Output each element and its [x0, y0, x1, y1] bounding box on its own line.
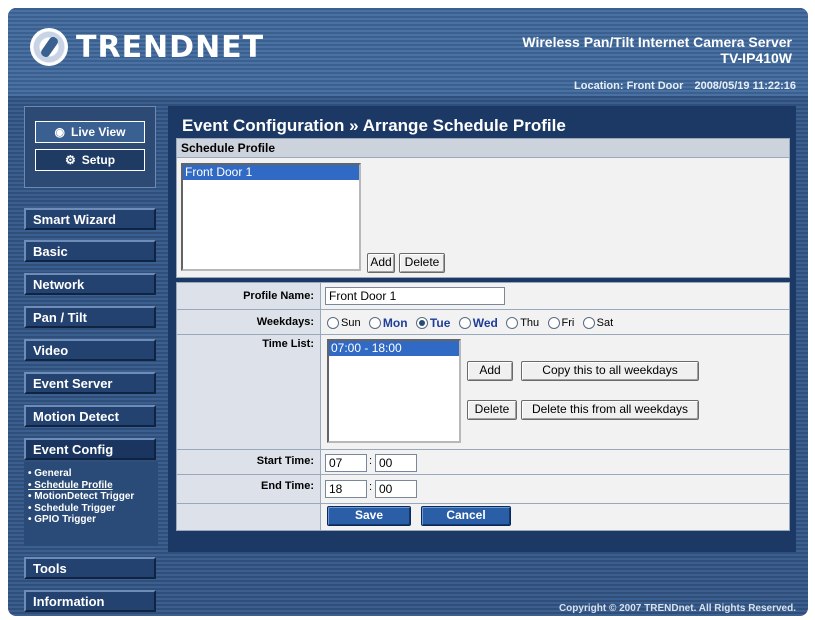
nav-event-config[interactable]: Event Config	[24, 438, 156, 460]
live-view-label: Live View	[71, 125, 126, 139]
weekday-label-fri: Fri	[561, 316, 575, 329]
add-profile-button[interactable]: Add	[367, 253, 395, 273]
delete-time-button[interactable]: Delete	[467, 400, 517, 420]
subnav-schedule-profile[interactable]: • Schedule Profile	[24, 480, 158, 492]
time-separator: :	[369, 481, 373, 493]
action-row: Save Cancel	[177, 504, 789, 530]
app-frame: TRENDNET Wireless Pan/Tilt Internet Came…	[8, 8, 808, 616]
profile-name-row: Profile Name: Front Door 1	[177, 283, 789, 310]
nav-smart-wizard[interactable]: Smart Wizard	[24, 208, 156, 230]
eye-icon: ◉	[54, 125, 65, 139]
save-button[interactable]: Save	[327, 506, 411, 526]
datetime-label: 2008/05/19 11:22:16	[694, 80, 796, 92]
start-minute-input[interactable]: 00	[375, 454, 417, 472]
start-hour-input[interactable]: 07	[325, 454, 367, 472]
schedule-profile-panel: Schedule Profile Front Door 1 Add Delete	[176, 138, 790, 278]
weekday-radio-sun[interactable]	[327, 316, 339, 329]
brand-logo: TRENDNET	[30, 28, 264, 66]
weekday-radio-mon[interactable]	[368, 316, 381, 329]
end-hour-input[interactable]: 18	[325, 480, 367, 498]
setup-label: Setup	[81, 153, 116, 167]
page-title: Event Configuration » Arrange Schedule P…	[182, 116, 566, 135]
live-view-button[interactable]: ◉ Live View	[35, 121, 145, 143]
nav-basic[interactable]: Basic	[24, 240, 156, 262]
subnav-schedule-trigger[interactable]: • Schedule Trigger	[24, 503, 158, 515]
weekdays-label: Weekdays:	[177, 310, 321, 334]
time-separator: :	[369, 455, 373, 467]
copyright-footer: Copyright © 2007 TRENDnet. All Rights Re…	[558, 603, 796, 614]
cancel-button[interactable]: Cancel	[421, 506, 511, 526]
subnav-gpio-trigger[interactable]: • GPIO Trigger	[24, 514, 158, 526]
nav-video[interactable]: Video	[24, 339, 156, 361]
end-time-row: End Time: 18 : 00	[177, 475, 789, 504]
nav-network[interactable]: Network	[24, 273, 156, 295]
subnav-motiondetect-trigger[interactable]: • MotionDetect Trigger	[24, 491, 158, 503]
nav-pan-tilt[interactable]: Pan / Tilt	[24, 306, 156, 328]
nav-event-server[interactable]: Event Server	[24, 372, 156, 394]
weekday-radio-thu[interactable]	[506, 316, 519, 329]
copy-to-all-weekdays-button[interactable]: Copy this to all weekdays	[521, 361, 699, 381]
product-title: Wireless Pan/Tilt Internet Camera Server…	[522, 34, 792, 66]
weekday-radio-wed[interactable]	[458, 316, 471, 329]
weekday-label-sun: Sun	[341, 316, 361, 329]
action-row-spacer	[177, 504, 321, 530]
trendnet-logo-icon	[30, 28, 68, 66]
weekdays-row: Weekdays: Sun Mon Tue Wed Thu Fri Sat	[177, 310, 789, 335]
end-time-label: End Time:	[177, 475, 321, 503]
main-content: Event Configuration » Arrange Schedule P…	[168, 106, 796, 552]
view-mode-box: ◉ Live View ⚙ Setup	[24, 106, 156, 188]
weekday-radio-tue[interactable]	[415, 316, 428, 329]
start-time-row: Start Time: 07 : 00	[177, 450, 789, 475]
location-label: Location: Front Door	[574, 80, 684, 92]
time-list-row: Time List: 07:00 - 18:00 Add Copy this t…	[177, 335, 789, 450]
setup-button[interactable]: ⚙ Setup	[35, 149, 145, 171]
profile-list-item[interactable]: Front Door 1	[183, 165, 359, 180]
delete-profile-button[interactable]: Delete	[399, 253, 445, 273]
sidebar: ◉ Live View ⚙ Setup Smart Wizard Basic N…	[8, 96, 168, 616]
nav-tools[interactable]: Tools	[24, 557, 156, 579]
weekday-label-thu: Thu	[520, 316, 540, 329]
location-bar: Location: Front Door 2008/05/19 11:22:16	[566, 80, 796, 92]
time-list-item[interactable]: 07:00 - 18:00	[329, 341, 459, 356]
weekday-label-tue: Tue	[429, 315, 451, 330]
schedule-profile-heading: Schedule Profile	[177, 139, 789, 158]
time-listbox[interactable]: 07:00 - 18:00	[327, 339, 461, 443]
weekday-label-sat: Sat	[596, 316, 614, 329]
schedule-form: Profile Name: Front Door 1 Weekdays: Sun…	[176, 282, 790, 531]
profile-name-label: Profile Name:	[177, 283, 321, 309]
weekday-radio-sat[interactable]	[582, 316, 595, 329]
header: TRENDNET Wireless Pan/Tilt Internet Came…	[8, 8, 808, 96]
weekday-label-mon: Mon	[382, 315, 408, 330]
weekday-radio-group: Sun Mon Tue Wed Thu Fri Sat	[321, 310, 789, 334]
product-name: Wireless Pan/Tilt Internet Camera Server	[522, 34, 792, 50]
brand-name: TRENDNET	[76, 29, 265, 65]
end-minute-input[interactable]: 00	[375, 480, 417, 498]
weekday-label-wed: Wed	[472, 315, 498, 330]
model-number: TV-IP410W	[720, 50, 792, 66]
event-config-subnav: • General • Schedule Profile • MotionDet…	[24, 462, 158, 546]
nav-motion-detect[interactable]: Motion Detect	[24, 405, 156, 427]
delete-from-all-weekdays-button[interactable]: Delete this from all weekdays	[521, 400, 699, 420]
gear-icon: ⚙	[64, 153, 76, 167]
subnav-general[interactable]: • General	[24, 468, 158, 480]
profile-name-input[interactable]: Front Door 1	[325, 287, 505, 305]
nav-information[interactable]: Information	[24, 590, 156, 612]
time-list-label: Time List:	[177, 335, 321, 449]
profile-listbox[interactable]: Front Door 1	[181, 163, 361, 271]
add-time-button[interactable]: Add	[467, 361, 513, 381]
weekday-radio-fri[interactable]	[547, 316, 560, 329]
start-time-label: Start Time:	[177, 450, 321, 474]
